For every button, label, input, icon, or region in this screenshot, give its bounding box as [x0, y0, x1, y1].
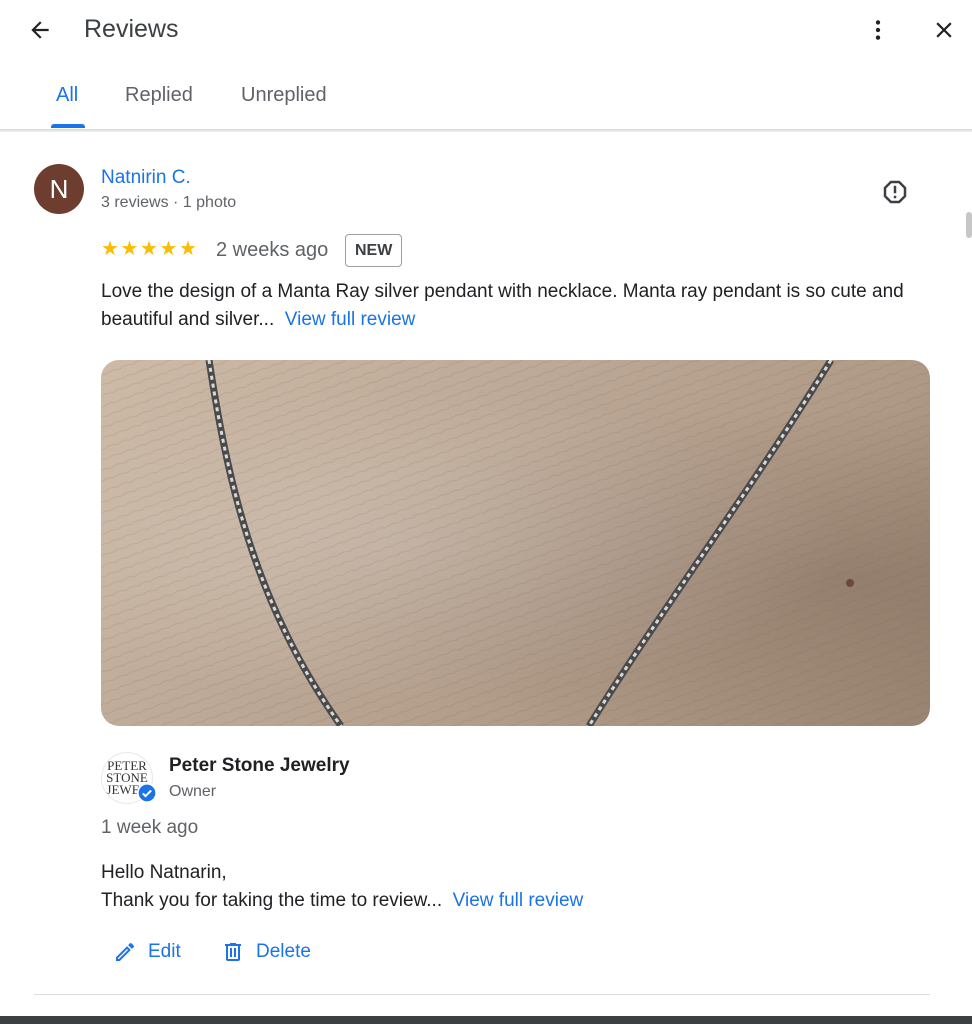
new-badge: NEW — [345, 234, 403, 267]
reply-body: Thank you for taking the time to review.… — [101, 890, 443, 911]
edit-reply-button[interactable]: Edit — [112, 936, 181, 968]
arrow-left-icon — [31, 21, 49, 39]
tab-bar: All Replied Unreplied — [0, 72, 972, 130]
reviewer-name[interactable]: Natnirin C. — [101, 166, 191, 190]
star-rating: ★ ★ ★ ★ ★ — [101, 236, 199, 262]
tab-unreplied[interactable]: Unreplied — [241, 80, 327, 110]
star-icon: ★ — [179, 238, 197, 260]
owner-role: Owner — [169, 783, 217, 800]
star-icon: ★ — [101, 238, 119, 260]
star-icon: ★ — [159, 238, 178, 260]
close-icon — [936, 22, 952, 38]
delete-reply-button[interactable]: Delete — [220, 936, 311, 968]
more-options-button[interactable] — [860, 12, 896, 48]
review-time: 2 weeks ago — [216, 239, 329, 261]
underlying-page-edge — [0, 1016, 972, 1024]
delete-label: Delete — [256, 941, 311, 962]
pencil-icon — [116, 942, 135, 961]
reply-view-full-link[interactable]: View full review — [453, 890, 584, 911]
reviewer-meta: 3 reviews · 1 photo — [101, 194, 237, 211]
report-icon — [883, 180, 907, 204]
back-button[interactable] — [22, 12, 58, 48]
edit-label: Edit — [148, 941, 181, 962]
header-divider — [0, 129, 972, 132]
star-icon: ★ — [120, 238, 139, 260]
reviewer-avatar[interactable]: N — [34, 164, 84, 214]
star-icon: ★ — [140, 238, 158, 260]
verified-badge-icon — [137, 783, 157, 803]
owner-name: Peter Stone Jewelry — [169, 755, 350, 776]
review-photo[interactable] — [101, 360, 930, 726]
scrollbar-thumb[interactable] — [966, 212, 972, 238]
review-body: Love the design of a Manta Ray silver pe… — [101, 281, 904, 330]
review-divider — [34, 994, 930, 995]
reply-greeting: Hello Natnarin, — [101, 862, 227, 883]
tab-all[interactable]: All — [56, 80, 78, 110]
more-vert-icon — [875, 20, 881, 40]
close-button[interactable] — [926, 12, 962, 48]
trash-icon — [225, 943, 241, 961]
review-text: Love the design of a Manta Ray silver pe… — [101, 278, 941, 334]
header: Reviews All Replied Unreplied — [0, 0, 972, 130]
page-title: Reviews — [84, 15, 179, 43]
report-button[interactable] — [878, 175, 912, 209]
active-tab-indicator — [51, 124, 85, 128]
tab-replied[interactable]: Replied — [125, 80, 193, 110]
view-full-review-link[interactable]: View full review — [285, 309, 416, 330]
reply-time: 1 week ago — [101, 817, 199, 838]
reply-text: Hello Natnarin, Thank you for taking the… — [101, 859, 921, 915]
